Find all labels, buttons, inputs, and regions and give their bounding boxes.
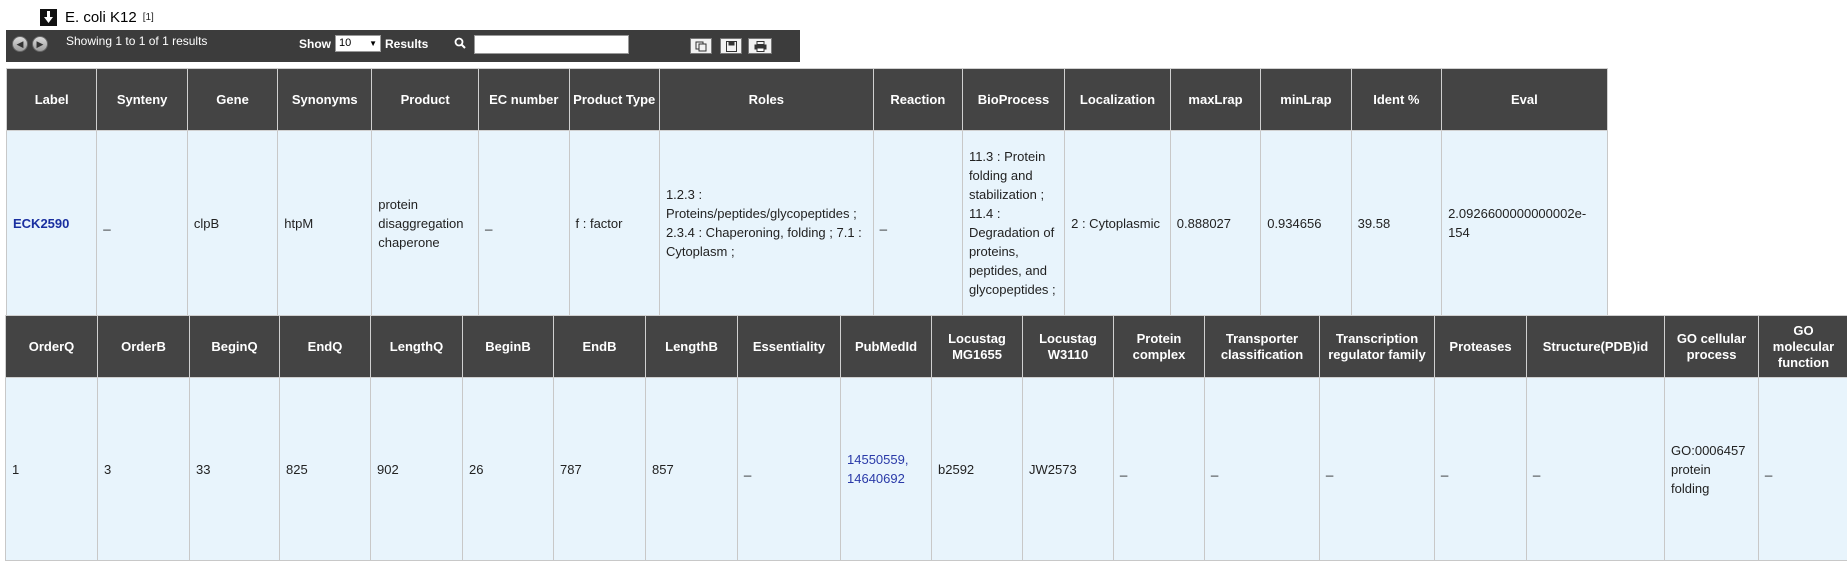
col-header-beginb[interactable]: BeginB [463,316,554,378]
cell-structure: _ [1527,378,1665,561]
col-header-lengthq[interactable]: LengthQ [371,316,463,378]
coordinates-table: OrderQ OrderB BeginQ EndQ LengthQ BeginB… [5,315,1847,561]
coordinates-header-row: OrderQ OrderB BeginQ EndQ LengthQ BeginB… [6,316,1847,378]
col-header-locustag-mg1655[interactable]: Locustag MG1655 [932,316,1023,378]
col-header-lengthb[interactable]: LengthB [646,316,738,378]
col-header-transporter[interactable]: Transporter classification [1205,316,1320,378]
cell-protein-complex: _ [1114,378,1205,561]
dropdown-arrow-icon: ▼ [369,36,377,51]
cell-go-cellular: GO:0006457 protein folding [1665,378,1759,561]
cell-bioprocess: 11.3 : Protein folding and stabilization… [962,131,1064,316]
col-header-go-cellular[interactable]: GO cellular process [1665,316,1759,378]
cell-beginq: 33 [190,378,280,561]
col-header-ec-number[interactable]: EC number [479,69,569,131]
cell-endb: 787 [554,378,646,561]
cell-filler [1607,131,1615,316]
gene-label-link[interactable]: ECK2590 [13,216,69,231]
cell-maxlrap: 0.888027 [1170,131,1260,316]
search-input[interactable] [474,35,629,54]
cell-essentiality: _ [738,378,841,561]
cell-synteny: _ [97,131,187,316]
results-info: Showing 1 to 1 of 1 results [66,34,207,48]
next-page-icon[interactable]: ▶ [32,36,48,52]
cell-transcription-family: _ [1320,378,1435,561]
cell-lengthq: 902 [371,378,463,561]
cell-gene: clpB [187,131,277,316]
col-header-synonyms[interactable]: Synonyms [278,69,372,131]
cell-pubmedid[interactable]: 14550559, 14640692 [841,378,932,561]
prev-page-icon[interactable]: ◀ [12,36,28,52]
col-header-label[interactable]: Label [7,69,97,131]
col-header-bioprocess[interactable]: BioProcess [962,69,1064,131]
col-header-structure[interactable]: Structure(PDB)id [1527,316,1665,378]
cell-roles: 1.2.3 : Proteins/peptides/glycopeptides … [659,131,873,316]
copy-icon[interactable] [690,38,712,54]
col-header-essentiality[interactable]: Essentiality [738,316,841,378]
cell-go-molecular: _ [1759,378,1847,561]
col-header-synteny[interactable]: Synteny [97,69,187,131]
cell-locustag-w3110: JW2573 [1023,378,1114,561]
annotation-table: Label Synteny Gene Synonyms Product EC n… [6,68,1616,316]
cell-orderb: 3 [98,378,190,561]
show-label: Show [299,37,331,51]
cell-orderq: 1 [6,378,98,561]
cell-product-type: f : factor [569,131,659,316]
cell-ec-number: _ [479,131,569,316]
organism-title: E. coli K12 [65,9,137,26]
col-header-orderq[interactable]: OrderQ [6,316,98,378]
organism-title-row: E. coli K12 [1] [40,7,154,27]
col-header-product[interactable]: Product [372,69,479,131]
cell-product: protein disaggregation chaperone [372,131,479,316]
results-label: Results [385,37,428,51]
cell-transporter: _ [1205,378,1320,561]
print-icon[interactable] [748,38,772,54]
cell-minlrap: 0.934656 [1261,131,1351,316]
col-header-minlrap[interactable]: minLrap [1261,69,1351,131]
cell-proteases: _ [1435,378,1527,561]
col-header-orderb[interactable]: OrderB [98,316,190,378]
reference-link[interactable]: [1] [143,12,154,23]
cell-label[interactable]: ECK2590 [7,131,97,316]
col-header-pubmedid[interactable]: PubMedId [841,316,932,378]
arrow-down-icon[interactable] [40,9,57,26]
col-header-transcription-family[interactable]: Transcription regulator family [1320,316,1435,378]
cell-reaction: _ [873,131,962,316]
page-size-select[interactable]: 10 ▼ [335,35,381,52]
col-header-maxlrap[interactable]: maxLrap [1170,69,1260,131]
pubmed-link[interactable]: 14550559, 14640692 [847,452,908,486]
cell-localization: 2 : Cytoplasmic [1065,131,1171,316]
col-header-eval[interactable]: Eval [1442,69,1608,131]
col-header-beginq[interactable]: BeginQ [190,316,280,378]
col-header-locustag-w3110[interactable]: Locustag W3110 [1023,316,1114,378]
cell-eval: 2.0926600000000002e-154 [1442,131,1608,316]
search-icon [454,37,466,52]
col-header-ident[interactable]: Ident % [1351,69,1441,131]
col-header-endb[interactable]: EndB [554,316,646,378]
save-icon[interactable] [720,38,742,54]
annotation-header-row: Label Synteny Gene Synonyms Product EC n… [7,69,1616,131]
table-row: ECK2590 _ clpB htpM protein disaggregati… [7,131,1616,316]
cell-lengthb: 857 [646,378,738,561]
col-header-gene[interactable]: Gene [187,69,277,131]
col-header-reaction[interactable]: Reaction [873,69,962,131]
col-header-endq[interactable]: EndQ [280,316,371,378]
col-header-proteases[interactable]: Proteases [1435,316,1527,378]
col-header-go-molecular[interactable]: GO molecular function [1759,316,1847,378]
col-header-protein-complex[interactable]: Protein complex [1114,316,1205,378]
table-toolbar: ◀ ▶ Showing 1 to 1 of 1 results Show 10 … [6,30,800,62]
col-header-product-type[interactable]: Product Type [569,69,659,131]
col-header-filler [1607,69,1615,131]
table-row: 1 3 33 825 902 26 787 857 _ 14550559, 14… [6,378,1847,561]
cell-beginb: 26 [463,378,554,561]
cell-locustag-mg1655: b2592 [932,378,1023,561]
page-size-value: 10 [339,37,351,49]
col-header-localization[interactable]: Localization [1065,69,1171,131]
cell-synonyms: htpM [278,131,372,316]
cell-endq: 825 [280,378,371,561]
col-header-roles[interactable]: Roles [659,69,873,131]
cell-ident: 39.58 [1351,131,1441,316]
